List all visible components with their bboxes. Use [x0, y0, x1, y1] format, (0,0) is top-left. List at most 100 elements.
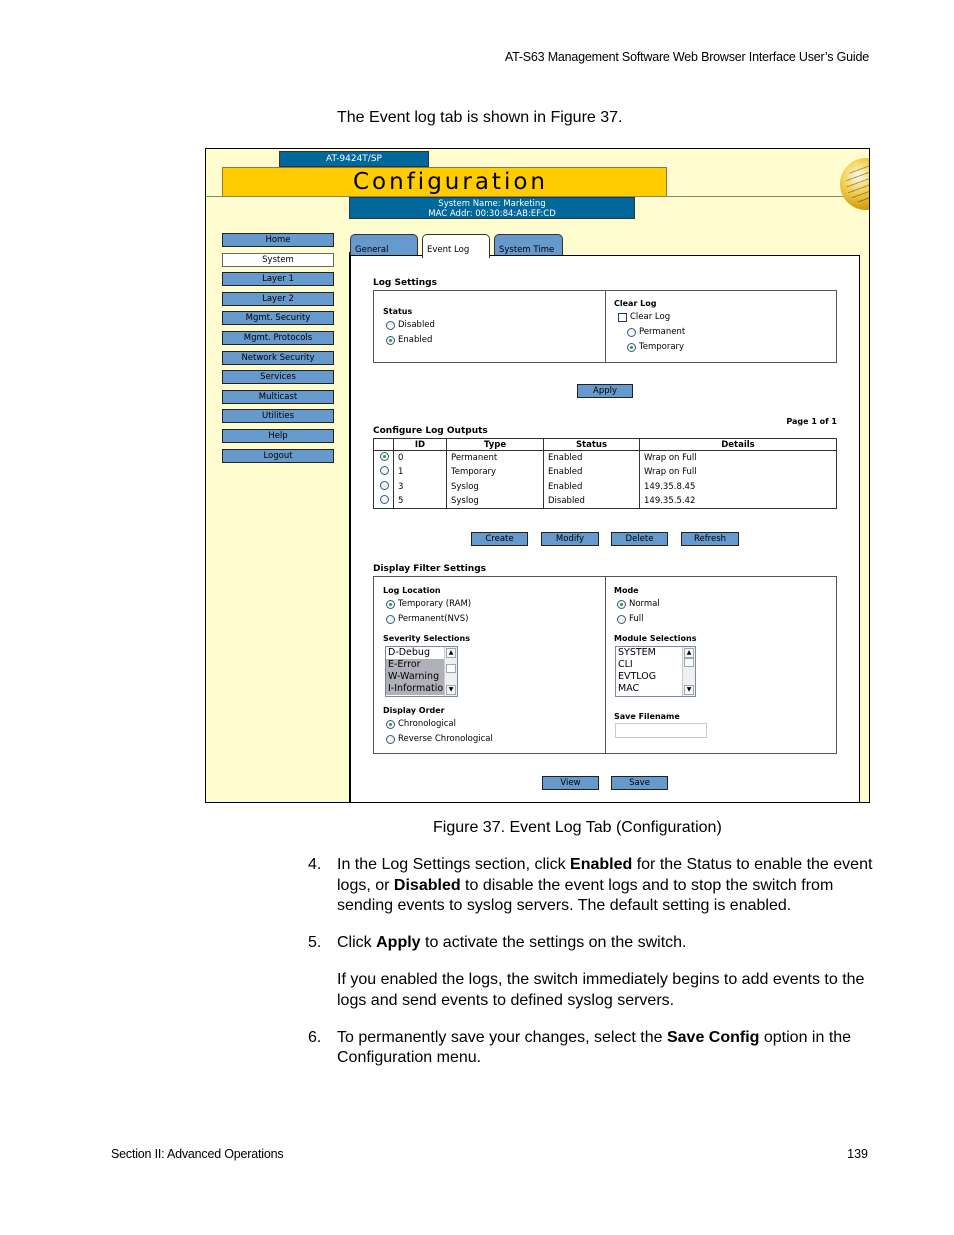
sidebar-item-home[interactable]: Home: [222, 233, 334, 247]
cell-status: Enabled: [543, 450, 640, 466]
col-select: [373, 438, 394, 451]
radio-selected-icon: [386, 719, 395, 729]
figure-caption: Figure 37. Event Log Tab (Configuration): [433, 819, 722, 836]
row-select[interactable]: [373, 479, 394, 495]
row-select[interactable]: [373, 450, 394, 466]
location-permanent-radio[interactable]: Permanent(NVS): [386, 614, 468, 624]
clear-log-label: Clear Log: [614, 299, 657, 308]
delete-button[interactable]: Delete: [611, 532, 668, 546]
table-row: 5 Syslog Disabled 149.35.5.42: [373, 494, 837, 509]
tab-system-time[interactable]: System Time: [494, 234, 563, 256]
table-row: 3 Syslog Enabled 149.35.8.45: [373, 479, 837, 495]
clear-log-checkbox[interactable]: Clear Log: [618, 312, 670, 322]
cell-id: 0: [393, 450, 447, 466]
tab-general[interactable]: General: [350, 234, 418, 256]
option-label: Clear Log: [630, 312, 671, 322]
scrollbar[interactable]: ▲ ▼: [444, 647, 457, 696]
mode-full-radio[interactable]: Full: [617, 614, 644, 624]
refresh-button[interactable]: Refresh: [681, 532, 739, 546]
option-label: Chronological: [398, 719, 456, 729]
col-id: ID: [393, 438, 447, 451]
sidebar-item-mgmt-security[interactable]: Mgmt. Security: [222, 311, 334, 326]
step-text: To permanently save your changes, select…: [337, 1028, 878, 1069]
col-type: Type: [446, 438, 544, 451]
footer-section: Section II: Advanced Operations: [111, 1147, 284, 1161]
sidebar-item-layer1[interactable]: Layer 1: [222, 272, 334, 287]
sidebar-item-network-security[interactable]: Network Security: [222, 350, 334, 365]
sidebar-item-services[interactable]: Services: [222, 370, 334, 385]
sidebar-item-help[interactable]: Help: [222, 428, 334, 443]
step-number: 5.: [308, 934, 322, 951]
severity-listbox[interactable]: D-Debug E-Error W-Warning I-Information …: [385, 646, 458, 697]
log-settings-title: Log Settings: [373, 278, 437, 288]
step-text: In the Log Settings section, click Enabl…: [337, 855, 878, 917]
module-listbox[interactable]: SYSTEM CLI EVTLOG MAC ▲ ▼: [615, 646, 696, 697]
cell-details: 149.35.8.45: [639, 479, 837, 495]
apply-button[interactable]: Apply: [577, 384, 633, 398]
tab-event-log[interactable]: Event Log: [422, 234, 490, 258]
save-button[interactable]: Save: [611, 776, 668, 790]
radio-icon: [617, 614, 626, 624]
scroll-up-icon[interactable]: ▲: [684, 648, 694, 658]
text-run-bold: Disabled: [393, 876, 461, 894]
step-text: Click Apply to activate the settings on …: [337, 933, 878, 954]
scroll-down-icon[interactable]: ▼: [684, 685, 694, 695]
option-label: Permanent(NVS): [398, 614, 469, 624]
step-6: 6. To permanently save your changes, sel…: [308, 1028, 878, 1069]
modify-button[interactable]: Modify: [541, 532, 599, 546]
sidebar-item-multicast[interactable]: Multicast: [222, 389, 334, 404]
scrollbar[interactable]: ▲ ▼: [682, 647, 695, 696]
clear-temporary-radio[interactable]: Temporary: [627, 342, 684, 352]
severity-label: Severity Selections: [383, 634, 470, 643]
view-button[interactable]: View: [542, 776, 599, 790]
status-disabled-radio[interactable]: Disabled: [386, 320, 435, 330]
create-button[interactable]: Create: [471, 532, 528, 546]
radio-icon: [627, 327, 636, 337]
cell-details: 149.35.5.42: [639, 494, 837, 509]
order-chronological-radio[interactable]: Chronological: [386, 719, 456, 729]
text-run-bold: Apply: [376, 934, 421, 951]
option-label: Normal: [629, 599, 660, 609]
sidebar-item-utilities[interactable]: Utilities: [222, 409, 334, 424]
sidebar-item-mgmt-protocols[interactable]: Mgmt. Protocols: [222, 330, 334, 345]
banner-title: Configuration: [353, 169, 548, 195]
cell-status: Disabled: [543, 494, 640, 509]
option-label: Disabled: [398, 320, 435, 330]
scroll-up-icon[interactable]: ▲: [446, 648, 456, 658]
sidebar-nav: Home System Layer 1 Layer 2 Mgmt. Securi…: [222, 233, 334, 468]
table-header-row: ID Type Status Details: [373, 438, 837, 451]
cell-id: 3: [393, 479, 447, 495]
sidebar-item-system[interactable]: System: [222, 252, 334, 267]
clear-log-box: Clear Log Clear Log Permanent Temporary: [605, 290, 837, 363]
mode-normal-radio[interactable]: Normal: [617, 599, 660, 609]
radio-selected-icon: [386, 599, 395, 609]
display-filter-title: Display Filter Settings: [373, 564, 487, 574]
log-location-label: Log Location: [383, 586, 441, 595]
location-temporary-radio[interactable]: Temporary (RAM): [386, 599, 471, 609]
table-row: 0 Permanent Enabled Wrap on Full: [373, 450, 837, 466]
step-note: If you enabled the logs, the switch imme…: [337, 971, 865, 1009]
page-indicator: Page 1 of 1: [786, 417, 837, 426]
sidebar-item-layer2[interactable]: Layer 2: [222, 291, 334, 306]
cell-status: Enabled: [543, 479, 640, 495]
radio-selected-icon: [617, 599, 626, 609]
log-outputs-title: Configure Log Outputs: [373, 426, 488, 436]
intro-text: The Event log tab is shown in Figure 37.: [337, 109, 623, 126]
globe-icon: [840, 158, 869, 210]
status-label: Status: [383, 307, 413, 316]
option-label: Temporary: [639, 342, 685, 352]
scroll-thumb[interactable]: [684, 658, 694, 667]
scroll-thumb[interactable]: [446, 664, 456, 673]
status-box: Status Disabled Enabled: [373, 290, 606, 363]
radio-selected-icon: [380, 452, 389, 462]
sidebar-item-logout[interactable]: Logout: [222, 448, 334, 463]
save-filename-input[interactable]: [615, 723, 707, 738]
filter-left-box: Log Location Temporary (RAM) Permanent(N…: [373, 576, 606, 754]
text-run: To permanently save your changes, select…: [337, 1028, 667, 1046]
row-select[interactable]: [373, 494, 394, 509]
scroll-down-icon[interactable]: ▼: [446, 685, 456, 695]
clear-permanent-radio[interactable]: Permanent: [627, 327, 685, 337]
row-select[interactable]: [373, 465, 394, 480]
order-reverse-radio[interactable]: Reverse Chronological: [386, 734, 493, 744]
status-enabled-radio[interactable]: Enabled: [386, 335, 432, 345]
